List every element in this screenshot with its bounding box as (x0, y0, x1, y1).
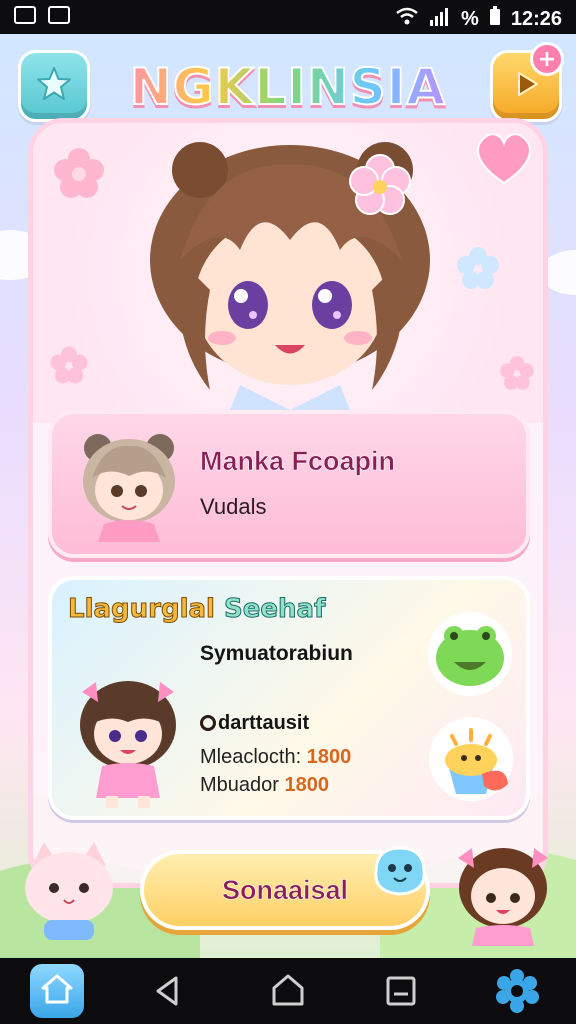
stat-1-label: Mleaclocth: (200, 746, 302, 768)
stat-1-value: 1800 (306, 746, 352, 768)
menu-button[interactable] (18, 50, 90, 122)
navigation-bar (0, 958, 576, 1024)
flower-icon (54, 148, 104, 198)
profile-avatar (83, 434, 175, 542)
notification-icon (48, 6, 70, 24)
wifi-icon (395, 7, 419, 31)
info-card: Llagurglal Seehaf Symuatorabiun darttaus… (48, 576, 530, 820)
cat-mascot-icon (25, 842, 113, 940)
stat-2-label: Mbuador (200, 774, 279, 796)
flower-icon (50, 346, 88, 384)
girl-mascot-icon (458, 848, 548, 946)
info-heading: darttausit (200, 712, 309, 735)
stat-row-1: Mleaclocth: 1800 (200, 746, 351, 769)
hero-character-illustration (150, 142, 430, 410)
home-outline-icon[interactable] (270, 972, 306, 1008)
gallery-icon (14, 6, 36, 24)
gear-icon[interactable] (494, 968, 540, 1014)
target-icon (200, 715, 216, 731)
frog-mascot-icon (428, 612, 512, 696)
plus-badge[interactable]: + (530, 42, 564, 76)
back-icon[interactable] (150, 974, 184, 1008)
signal-icon (429, 7, 451, 31)
heart-icon (477, 133, 531, 185)
slime-icon (374, 846, 426, 896)
status-bar: % 12:26 (0, 0, 576, 34)
star-icon (34, 64, 74, 108)
stat-2-value: 1800 (284, 774, 330, 796)
game-title: NGKLINSIA (120, 57, 456, 117)
info-title-word1: Llagurglal (68, 594, 216, 625)
flower-icon (457, 247, 499, 289)
character-avatar (80, 681, 176, 808)
battery-icon (489, 6, 501, 32)
stat-row-2: Mbuador 1800 (200, 774, 329, 797)
profile-subtitle: Vudals (200, 494, 267, 519)
flower-icon (500, 356, 534, 390)
action-button-label: Sonaaisal (221, 874, 349, 905)
clock: 12:26 (510, 7, 562, 30)
info-subtitle: Symuatorabiun (200, 642, 353, 665)
profile-name: Manka Fcoapin (200, 446, 396, 477)
battery-percent: % (461, 7, 479, 30)
home-icon (39, 972, 75, 1010)
profile-card[interactable]: Manka Fcoapin Vudals (48, 410, 530, 558)
cupcake-icon (429, 717, 513, 801)
info-title: Llagurglal Seehaf (68, 594, 326, 625)
info-title-word2: Seehaf (224, 594, 326, 625)
recents-icon[interactable] (384, 974, 418, 1008)
nav-home-button[interactable] (30, 964, 84, 1018)
info-heading-label: darttausit (218, 712, 310, 734)
